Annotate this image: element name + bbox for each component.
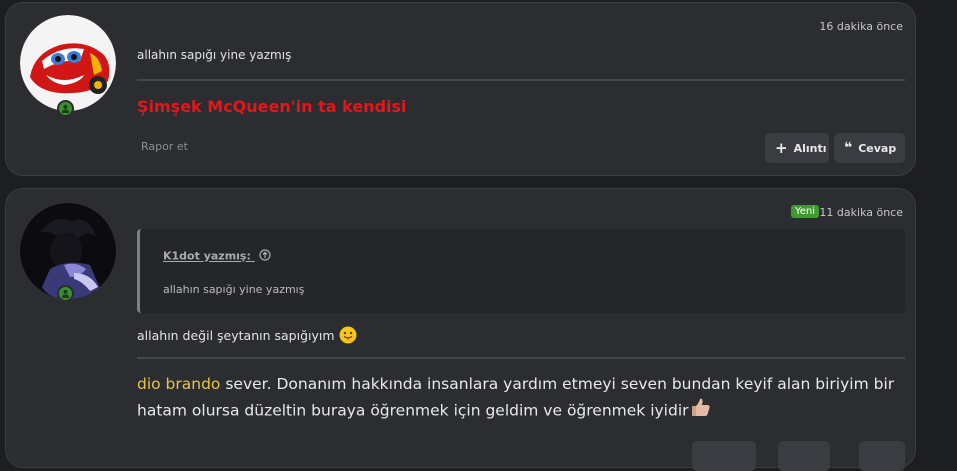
signature-divider: [137, 79, 905, 81]
post-message: allahın değil şeytanın sapığıyım: [137, 326, 357, 347]
avatar[interactable]: [20, 15, 116, 111]
quote-author-label: K1dot yazmış:: [163, 249, 251, 263]
post-card: 16 dakika önce allahın sapığı yine yazmı…: [5, 2, 916, 176]
post-time[interactable]: 16 dakika önce: [819, 20, 903, 33]
reply-button[interactable]: [859, 441, 905, 471]
tongue-out-emoji: [339, 326, 357, 347]
report-link[interactable]: Rapor et: [141, 140, 188, 153]
signature-divider: [137, 357, 905, 359]
signature-text: dio brando sever. Donanım hakkında insan…: [137, 372, 897, 425]
reply-button[interactable]: ❝ Cevap: [834, 133, 905, 163]
signature-text: Şimşek McQueen'in ta kendisi: [137, 97, 407, 116]
signature-link[interactable]: dio brando: [137, 375, 220, 393]
quote-button-label: Alıntı: [793, 141, 827, 155]
post-message-text: allahın değil şeytanın sapığıyım: [137, 328, 335, 343]
reply-button-label: Cevap: [858, 141, 897, 155]
quote-mark-icon: ❝: [844, 140, 853, 156]
quote-text: allahın sapığı yine yazmış: [163, 283, 305, 296]
online-user-icon: [57, 100, 74, 117]
online-user-icon: [57, 285, 74, 302]
quote-button[interactable]: [692, 441, 756, 471]
post-card: Yeni 11 dakika önce K1dot yazmış: allahı…: [5, 188, 916, 471]
post-message: allahın sapığı yine yazmış: [137, 48, 292, 62]
signature-rest: sever. Donanım hakkında insanlara yardım…: [137, 375, 895, 420]
arrow-up-circle-icon[interactable]: [259, 249, 271, 264]
plus-icon: +: [775, 138, 788, 157]
post-time[interactable]: 11 dakika önce: [819, 206, 903, 219]
thumbs-up-emoji: [689, 397, 711, 425]
quote-author-link[interactable]: K1dot yazmış:: [163, 249, 271, 264]
quote-block: K1dot yazmış: allahın sapığı yine yazmış: [137, 229, 905, 313]
reaction-button[interactable]: [778, 441, 830, 471]
quote-button[interactable]: + Alıntı: [765, 133, 829, 163]
new-badge: Yeni: [790, 205, 819, 218]
